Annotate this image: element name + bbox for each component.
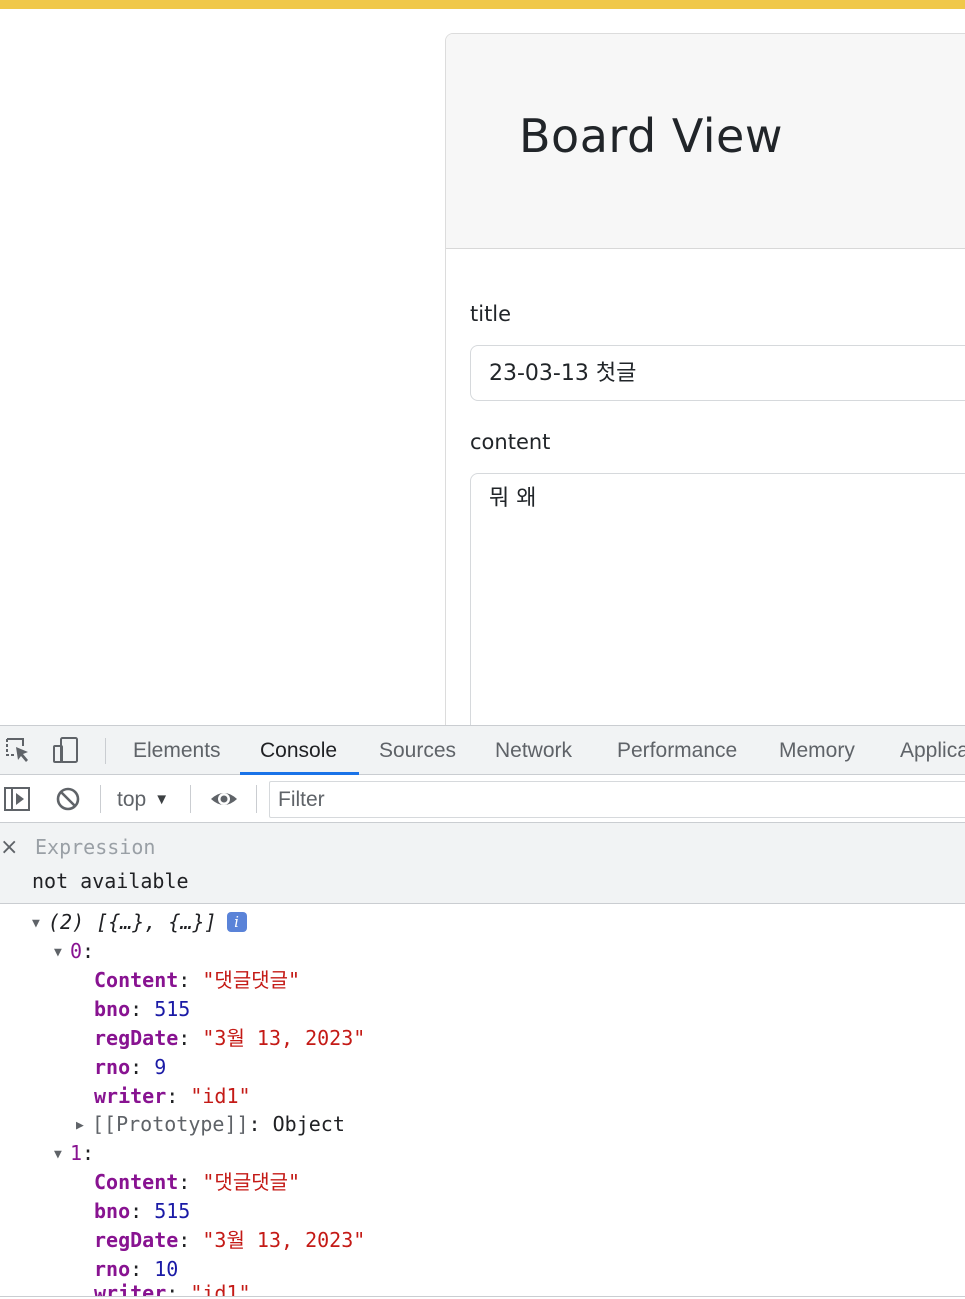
devtools-panel: Elements Console Sources Network Perform… [0, 725, 965, 1299]
property-row: bno: 515 [94, 1199, 191, 1223]
page-content: Board View title 23-03-13 첫글 content 뭐 왜 [0, 9, 965, 725]
property-key: regDate [94, 1026, 179, 1050]
property-value: 9 [154, 1055, 167, 1079]
property-value: "댓글댓글" [202, 1170, 301, 1194]
show-sidebar-icon[interactable] [3, 785, 31, 813]
filter-input[interactable]: Filter [269, 781, 965, 818]
title-label: title [470, 302, 512, 326]
array-item-row[interactable]: ▼ 0: [54, 937, 94, 966]
tabbar-divider [105, 738, 106, 764]
content-label: content [470, 430, 551, 454]
property-key: rno [94, 1055, 131, 1079]
property-key: writer [94, 1281, 167, 1296]
console-toolbar: top ▼ Filter [0, 775, 965, 823]
property-row: Content: "댓글댓글" [94, 968, 301, 992]
prototype-value: Object [272, 1112, 345, 1136]
devtools-tabbar: Elements Console Sources Network Perform… [0, 726, 965, 775]
prototype-key: [[Prototype]] [92, 1112, 249, 1136]
tab-performance[interactable]: Performance [617, 726, 737, 775]
info-icon[interactable]: i [226, 912, 247, 932]
property-value: "3월 13, 2023" [202, 1228, 366, 1252]
property-key: rno [94, 1257, 131, 1281]
close-icon[interactable]: × [0, 835, 18, 860]
card-header: Board View [446, 34, 965, 249]
expand-triangle-icon[interactable]: ▼ [54, 1140, 70, 1169]
array-summary-row[interactable]: ▼ (2) [{…}, {…}] i [32, 908, 247, 937]
expand-triangle-icon[interactable]: ▼ [54, 938, 70, 967]
property-row: writer: "id1" [94, 1279, 251, 1296]
property-value: "3월 13, 2023" [202, 1026, 366, 1050]
inspect-element-icon[interactable] [4, 736, 32, 764]
context-selector-label: top [117, 788, 147, 811]
property-value: 10 [154, 1257, 179, 1281]
property-row: rno: 9 [94, 1055, 167, 1079]
expand-triangle-icon[interactable]: ▶ [76, 1111, 92, 1140]
content-field[interactable]: 뭐 왜 [470, 473, 965, 725]
eye-icon[interactable] [209, 785, 237, 813]
context-selector[interactable]: top ▼ [117, 775, 169, 823]
expand-triangle-icon[interactable]: ▼ [32, 909, 48, 938]
page-title: Board View [519, 109, 783, 163]
console-bottom-border [0, 1296, 965, 1297]
live-expression-input[interactable]: Expression [35, 835, 155, 859]
board-card: Board View title 23-03-13 첫글 content 뭐 왜 [445, 33, 965, 725]
console-output: ▼ (2) [{…}, {…}] i ▼ 0: Content: "댓글댓글" bno… [0, 904, 965, 1296]
tab-memory[interactable]: Memory [779, 726, 855, 775]
property-value: "id1" [190, 1281, 251, 1296]
property-value: 515 [154, 997, 191, 1021]
property-row: Content: "댓글댓글" [94, 1170, 301, 1194]
toolbar-divider [256, 785, 257, 813]
property-row: bno: 515 [94, 997, 191, 1021]
property-key: bno [94, 997, 131, 1021]
tab-elements[interactable]: Elements [133, 726, 221, 775]
property-key: Content [94, 1170, 179, 1194]
property-key: Content [94, 968, 179, 992]
tab-application[interactable]: Applica [900, 726, 965, 775]
clear-console-icon[interactable] [54, 785, 82, 813]
toolbar-divider [100, 785, 101, 813]
property-value: 515 [154, 1199, 191, 1223]
property-key: regDate [94, 1228, 179, 1252]
live-expression-value: not available [32, 869, 189, 893]
property-row: writer: "id1" [94, 1084, 251, 1108]
property-value: "댓글댓글" [202, 968, 301, 992]
property-key: bno [94, 1199, 131, 1223]
top-accent-bar [0, 0, 965, 9]
property-row: regDate: "3월 13, 2023" [94, 1228, 366, 1252]
tab-console[interactable]: Console [260, 726, 337, 775]
tab-network[interactable]: Network [495, 726, 572, 775]
array-summary: (2) [{…}, {…}] [48, 910, 217, 934]
title-field[interactable]: 23-03-13 첫글 [470, 345, 965, 401]
array-index: 0 [70, 939, 83, 963]
property-key: writer [94, 1084, 167, 1108]
live-expression-panel: × Expression not available [0, 823, 965, 904]
property-value: "id1" [190, 1084, 251, 1108]
property-row: regDate: "3월 13, 2023" [94, 1026, 366, 1050]
tab-sources[interactable]: Sources [379, 726, 456, 775]
caret-down-icon: ▼ [154, 791, 170, 808]
array-index: 1 [70, 1141, 83, 1165]
array-item-row[interactable]: ▼ 1: [54, 1139, 94, 1168]
toolbar-divider [190, 785, 191, 813]
device-toolbar-icon[interactable] [52, 736, 80, 764]
prototype-row[interactable]: ▶ [[Prototype]]: Object [76, 1110, 345, 1139]
